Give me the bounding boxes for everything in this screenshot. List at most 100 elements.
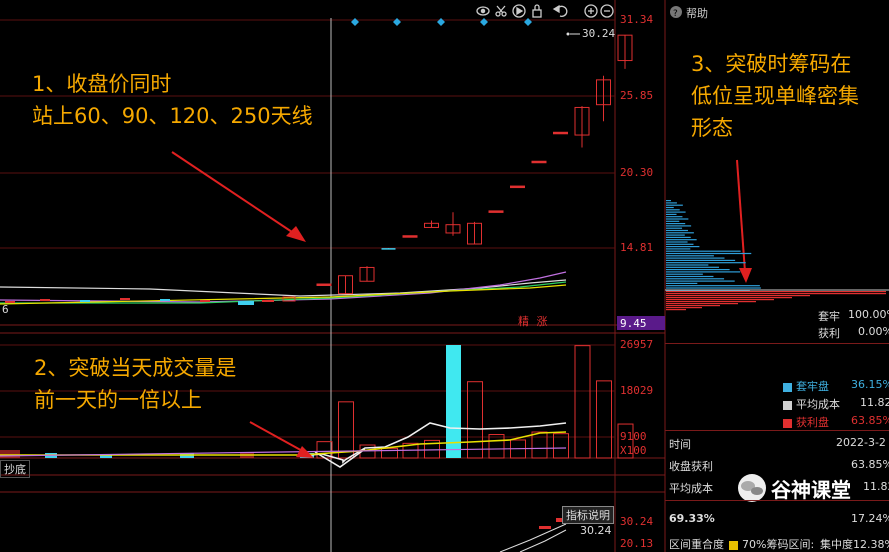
volume-bar [446, 345, 461, 458]
candle-body [531, 160, 547, 164]
play-icon[interactable] [512, 4, 526, 18]
pct-right: 17.24% [851, 512, 889, 525]
chip-bar-blue [666, 280, 735, 282]
price-tick: 14.81 [620, 241, 654, 254]
annotation-2-line-1: 2、突破当天成交量是 [34, 356, 237, 380]
row-time-label: 时间 [669, 438, 691, 451]
left-edge-label: 6 [2, 303, 9, 316]
volume-bar [574, 345, 591, 459]
volume-unit: X100 [620, 444, 647, 457]
wechat-logo [738, 474, 766, 502]
annotation-1-line-1: 1、收盘价同时 [32, 72, 172, 96]
row-avgcost-value: 11.82 [863, 480, 889, 493]
sub-line-1 [499, 523, 567, 552]
chip-bar-blue [666, 200, 671, 202]
chip-bar-red [666, 295, 810, 297]
pct-left: 69.33% [669, 512, 715, 525]
legend-taolao: 套牢盘 [783, 378, 829, 394]
price-tick: 31.34 [620, 13, 654, 26]
zoom-out-icon[interactable] [600, 4, 614, 18]
indicator-help-button[interactable]: 指标说明 [562, 506, 614, 524]
concentration-label: 区间重合度 [669, 538, 724, 551]
candle-body [510, 185, 525, 189]
chip-bar-blue [666, 206, 674, 209]
tab-chaodi[interactable]: 抄底 [0, 460, 30, 478]
chip-bar-blue [666, 287, 761, 289]
watermark-text: 谷神课堂 [771, 478, 851, 502]
chip-bar-blue [666, 282, 698, 284]
chip-bar-blue [666, 204, 683, 206]
chip-bar-blue [666, 285, 760, 287]
volume-bar [531, 431, 548, 459]
chip-bar-blue [666, 269, 730, 271]
huoli-value: 0.00% [858, 325, 889, 338]
chip-bar-blue [666, 250, 741, 252]
row-profit-label: 收盘获利 [669, 460, 713, 473]
chip-bar-blue [666, 275, 714, 278]
row-profit-value: 63.85% [851, 458, 889, 471]
annotation-3-line-1: 3、突破时筹码在 [691, 52, 852, 76]
chip-bar-blue [666, 209, 680, 211]
signal-diamonds [351, 18, 532, 26]
legend-avgcost: 平均成本 [783, 396, 840, 412]
chip-bar-blue [666, 232, 694, 234]
volume-ma-white [299, 422, 567, 464]
concentration-value: 集中度12.38% [820, 538, 889, 551]
sub-tick: 20.13 [620, 537, 654, 550]
chip-bar-blue [666, 246, 700, 248]
chip-bar-blue [666, 257, 725, 259]
chip-distribution [666, 200, 886, 311]
chip-bar-blue [666, 223, 686, 225]
chip-bar-red [666, 303, 738, 305]
chip-bar-red [666, 301, 756, 303]
chip-bar-blue [666, 243, 694, 245]
chip-bar-blue [666, 259, 736, 261]
volume-tick: 9100 [620, 430, 647, 443]
sub-candle [539, 526, 551, 529]
sub-high-label: 30.24 [580, 524, 612, 537]
chip-bar-blue [666, 227, 683, 229]
help-icon[interactable]: ? [670, 6, 682, 19]
chip-bar-blue [666, 216, 683, 218]
help-label[interactable]: 帮助 [686, 5, 708, 21]
chip-bar-blue [666, 241, 688, 243]
legend-huoli-value: 63.85% [851, 414, 889, 427]
price-low-tick: 9.45 [620, 317, 647, 330]
candle-body [402, 235, 418, 238]
chip-bar-blue [666, 264, 709, 266]
chip-bar-blue [666, 252, 752, 255]
candle-body [553, 131, 568, 135]
volume-tick: 26957 [620, 338, 654, 351]
chip-bar-blue [666, 248, 691, 250]
scissors-icon[interactable] [495, 5, 507, 17]
arrow-1 [171, 151, 306, 242]
undo-icon[interactable] [552, 4, 568, 17]
chip-bar-blue [666, 229, 688, 232]
chip-bar-blue [666, 225, 692, 227]
price-tick: 25.85 [620, 89, 654, 102]
eye-icon[interactable] [476, 6, 490, 16]
chip-bar-blue [666, 218, 689, 220]
ma-line-white [0, 279, 567, 297]
volume-bar [467, 381, 483, 459]
zoom-in-icon[interactable] [584, 4, 598, 18]
chip-bar-blue [666, 213, 677, 215]
volume-tick: 18029 [620, 384, 654, 397]
arrow-3 [736, 159, 752, 283]
taolao-value: 100.00% [848, 308, 889, 321]
chip-bar-blue [666, 273, 703, 275]
svg-text:?: ? [673, 9, 678, 19]
chip-bar-blue [666, 211, 686, 213]
volume-bar [488, 434, 505, 459]
chip-bar-red [666, 309, 686, 311]
candles-group [316, 34, 633, 295]
chip-bar-blue [666, 262, 746, 264]
sub-tick: 30.24 [620, 515, 654, 528]
chip-bar-blue [666, 239, 697, 241]
chip-bar-red [666, 307, 702, 309]
legend-taolao-value: 36.15% [851, 378, 889, 391]
lock-icon[interactable] [532, 4, 542, 18]
chip-bar-red [666, 299, 774, 301]
volume-bar [596, 380, 612, 459]
row-time-value: 2022-3-2 [836, 436, 886, 449]
